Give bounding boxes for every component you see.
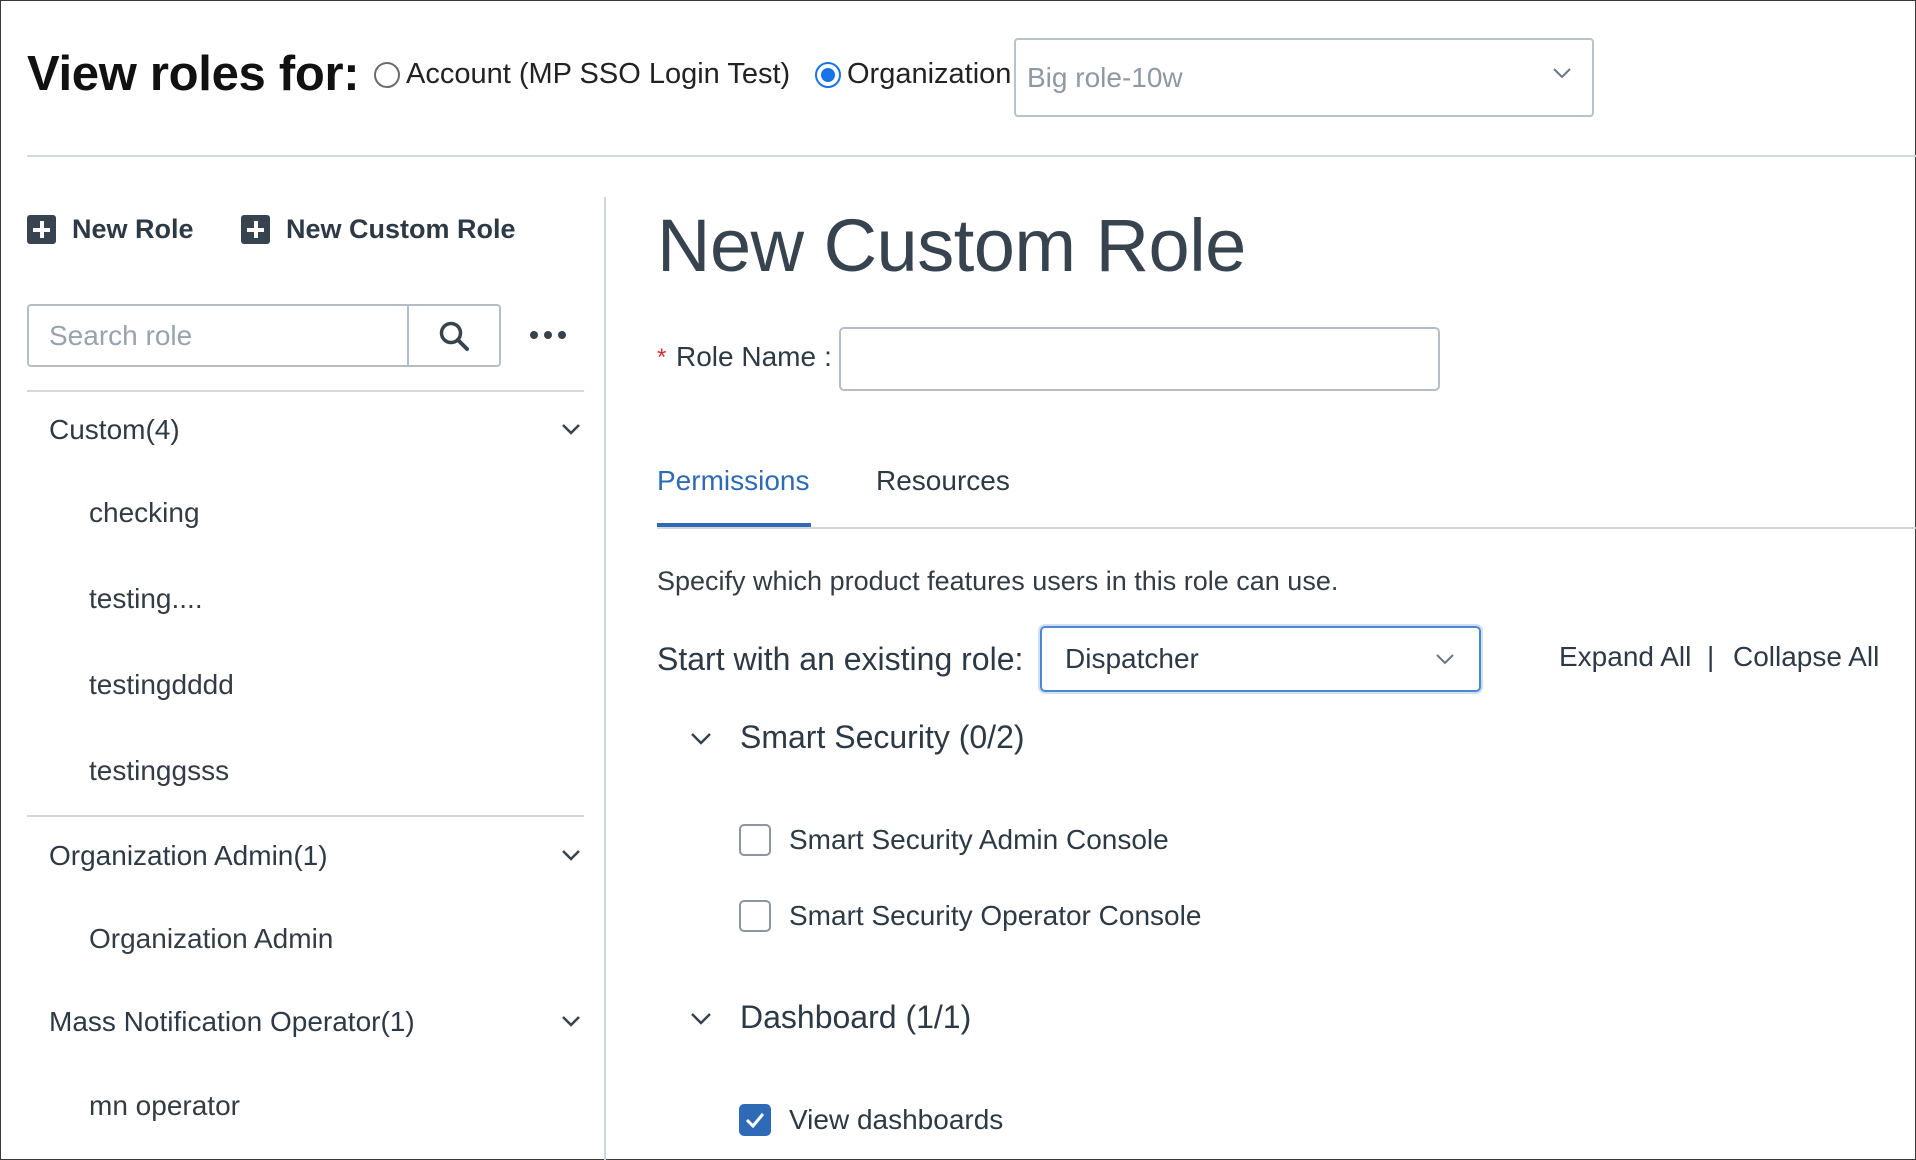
existing-role-select-value: Dispatcher xyxy=(1065,643,1199,674)
new-custom-role-button[interactable]: New Custom Role xyxy=(241,214,516,245)
role-group-label: Custom(4) xyxy=(49,414,180,445)
list-divider xyxy=(27,815,584,817)
role-group-custom[interactable]: Custom(4) xyxy=(27,405,584,455)
role-group-label: Organization Admin(1) xyxy=(49,840,328,871)
permission-row: Smart Security Operator Console xyxy=(739,900,1201,932)
expand-all-link[interactable]: Expand All xyxy=(1559,641,1691,673)
organization-select-value: Big role-10w xyxy=(1027,61,1183,93)
chevron-down-icon xyxy=(691,1012,711,1025)
permission-label: Smart Security Admin Console xyxy=(789,824,1169,855)
scope-radio-account-label: Account (MP SSO Login Test) xyxy=(406,58,791,90)
role-name-label: Role Name: xyxy=(676,341,832,373)
chevron-down-icon xyxy=(1553,68,1571,79)
search-role-input[interactable] xyxy=(29,306,407,365)
chevron-down-icon xyxy=(562,850,580,861)
chevron-down-icon xyxy=(562,1016,580,1027)
permission-row: Smart Security Admin Console xyxy=(739,824,1169,856)
new-role-label: New Role xyxy=(72,214,194,244)
plus-icon xyxy=(241,215,270,244)
list-divider xyxy=(27,390,584,392)
header-divider xyxy=(27,155,1916,157)
organization-select[interactable]: Big role-10w xyxy=(1014,38,1594,117)
role-name-label-text: Role Name xyxy=(676,341,817,372)
scope-radio-account[interactable]: Account (MP SSO Login Test) xyxy=(374,58,790,91)
chevron-down-icon xyxy=(562,424,580,435)
view-roles-title: View roles for: xyxy=(27,47,360,101)
tabs-divider xyxy=(657,527,1916,529)
permission-label: View dashboards xyxy=(789,1104,1004,1135)
radio-unselected-icon[interactable] xyxy=(374,61,400,88)
role-item-testingdddd[interactable]: testingdddd xyxy=(89,669,234,701)
chevron-down-icon xyxy=(1436,654,1454,665)
permission-label: Smart Security Operator Console xyxy=(789,900,1202,931)
role-name-label-colon: : xyxy=(824,341,832,372)
more-options-icon[interactable] xyxy=(530,321,566,349)
search-icon xyxy=(439,321,469,351)
chevron-down-icon xyxy=(691,732,711,745)
section-label: Smart Security (0/2) xyxy=(740,719,1025,755)
role-item-checking[interactable]: checking xyxy=(89,497,200,529)
role-item-testinggsss[interactable]: testinggsss xyxy=(89,755,229,787)
start-with-role-label: Start with an existing role: xyxy=(657,641,1024,677)
role-item-organization-admin[interactable]: Organization Admin xyxy=(89,923,333,955)
checkmark-icon xyxy=(745,1113,765,1129)
section-dashboard[interactable]: Dashboard (1/1) xyxy=(690,999,971,1036)
tab-resources[interactable]: Resources xyxy=(876,465,1010,497)
role-name-input[interactable] xyxy=(839,327,1440,391)
scope-radio-organization[interactable]: Organization xyxy=(815,58,1011,91)
search-role-box xyxy=(27,304,501,367)
required-mark: * xyxy=(657,344,667,371)
role-group-organization-admin[interactable]: Organization Admin(1) xyxy=(27,831,584,881)
plus-icon xyxy=(27,215,56,244)
role-group-mass-notification-operator[interactable]: Mass Notification Operator(1) xyxy=(27,997,584,1047)
checkbox-smart-security-operator-console[interactable] xyxy=(739,900,771,932)
permission-row: View dashboards xyxy=(739,1104,1003,1136)
checkbox-view-dashboards[interactable] xyxy=(739,1104,771,1136)
scope-radio-organization-label: Organization xyxy=(847,58,1012,90)
role-item-mn-operator[interactable]: mn operator xyxy=(89,1090,240,1122)
new-custom-role-label: New Custom Role xyxy=(286,214,516,244)
existing-role-select[interactable]: Dispatcher xyxy=(1040,626,1481,692)
permissions-description: Specify which product features users in … xyxy=(657,566,1339,596)
new-role-button[interactable]: New Role xyxy=(27,214,194,245)
checkbox-smart-security-admin-console[interactable] xyxy=(739,824,771,856)
role-item-testing[interactable]: testing.... xyxy=(89,583,203,615)
link-separator: | xyxy=(1707,641,1715,672)
collapse-all-link[interactable]: Collapse All xyxy=(1733,641,1879,673)
search-button[interactable] xyxy=(407,306,499,365)
page-title: New Custom Role xyxy=(657,204,1246,287)
role-group-label: Mass Notification Operator(1) xyxy=(49,1006,415,1037)
section-label: Dashboard (1/1) xyxy=(740,999,972,1035)
tab-permissions[interactable]: Permissions xyxy=(657,465,809,497)
section-smart-security[interactable]: Smart Security (0/2) xyxy=(690,719,1025,756)
panel-divider xyxy=(604,197,606,1160)
radio-selected-icon[interactable] xyxy=(815,61,841,88)
